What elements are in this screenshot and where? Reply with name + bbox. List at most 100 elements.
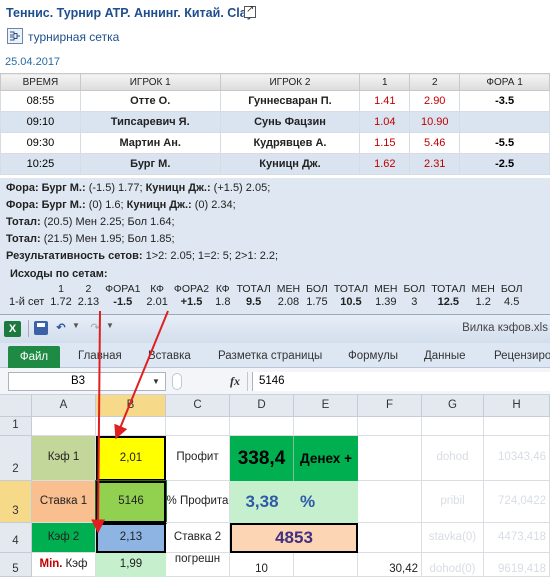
outcomes-values-row[interactable]: 1-й сет 1.72 2.13 -1.5 2.01 +1.5 1.8 9.5 2.0… xyxy=(6,295,526,308)
cell-d1[interactable] xyxy=(230,417,294,436)
tab-formulas[interactable]: Формулы xyxy=(348,350,398,362)
cell-d5[interactable]: 10 xyxy=(230,553,294,577)
tab-page-layout[interactable]: Разметка страницы xyxy=(218,350,322,362)
cell-e2[interactable]: Денех + xyxy=(294,436,358,481)
undo-dropdown-icon[interactable]: ▼ xyxy=(72,321,80,330)
odds-2[interactable]: 10.90 xyxy=(409,111,461,133)
tab-data[interactable]: Данные xyxy=(424,350,466,362)
cell-a1[interactable] xyxy=(32,417,96,436)
player-1[interactable]: Отте О. xyxy=(79,90,221,112)
player-1[interactable]: Мартин Ан. xyxy=(79,132,221,154)
table-row[interactable]: 09:30 Мартин Ан. Кудрявцев А. 1.15 5.46 … xyxy=(0,132,550,154)
row-header-4[interactable]: 4 xyxy=(0,523,32,553)
column-header[interactable]: ФОРА 1 xyxy=(459,73,550,91)
table-row[interactable]: 09:10 Типсаревич Я. Сунь Фацзин 1.04 10.… xyxy=(0,111,550,133)
player-2[interactable]: Кудрявцев А. xyxy=(219,132,361,154)
cell-f4[interactable] xyxy=(358,523,422,553)
bracket-icon[interactable] xyxy=(7,28,23,44)
table-row[interactable]: 08:55 Отте О. Гуннесваран П. 1.41 2.90 -… xyxy=(0,90,550,112)
customize-toolbar-icon[interactable]: ▼ xyxy=(106,321,114,330)
column-header[interactable]: ИГРОК 1 xyxy=(79,73,221,91)
odds-1[interactable]: 1.15 xyxy=(359,132,411,154)
tab-review[interactable]: Рецензиро xyxy=(494,350,550,362)
handicap-1[interactable]: -2.5 xyxy=(459,153,550,175)
cell-f2[interactable] xyxy=(358,436,422,481)
fx-icon[interactable]: fx xyxy=(230,374,240,389)
undo-icon[interactable]: ↶ xyxy=(54,321,68,335)
column-header-a[interactable]: A xyxy=(32,395,96,417)
tab-home[interactable]: Главная xyxy=(78,350,122,362)
player-2[interactable]: Сунь Фацзин xyxy=(219,111,361,133)
tab-file[interactable]: Файл xyxy=(8,346,60,368)
formula-input[interactable]: 5146 xyxy=(252,372,550,391)
column-header-g[interactable]: G xyxy=(422,395,484,417)
handicap-1[interactable] xyxy=(459,111,550,133)
handicap-1[interactable]: -3.5 xyxy=(459,90,550,112)
column-header[interactable]: 1 xyxy=(359,73,411,91)
cell-e3[interactable]: % xyxy=(294,481,358,523)
handicap-1[interactable]: -5.5 xyxy=(459,132,550,154)
player-2[interactable]: Куницн Дж. xyxy=(219,153,361,175)
cell-g5[interactable]: dohod(0) xyxy=(422,553,484,577)
tab-insert[interactable]: Вставка xyxy=(148,350,191,362)
odds-2[interactable]: 2.31 xyxy=(409,153,461,175)
cell-g4[interactable]: stavka(0) xyxy=(422,523,484,553)
cell-a3[interactable]: Ставка 1 xyxy=(32,481,96,523)
cell-h1[interactable] xyxy=(484,417,550,436)
column-header-c[interactable]: C xyxy=(166,395,230,417)
cell-f5[interactable]: 30,42 xyxy=(358,553,422,577)
table-row[interactable]: 10:25 Бург М. Куницн Дж. 1.62 2.31 -2.5 xyxy=(0,153,550,175)
column-header-b[interactable]: B xyxy=(96,395,166,417)
cell-g1[interactable] xyxy=(422,417,484,436)
cell-a5[interactable]: Min. Кэф xyxy=(32,553,96,577)
odds-1[interactable]: 1.41 xyxy=(359,90,411,112)
cell-d3[interactable]: 3,38 xyxy=(230,481,294,523)
external-link-icon[interactable] xyxy=(244,4,256,18)
odds-1[interactable]: 1.62 xyxy=(359,153,411,175)
column-header[interactable]: ВРЕМЯ xyxy=(0,73,81,91)
cell-c3[interactable]: % Профита xyxy=(166,481,230,523)
cell-e1[interactable] xyxy=(294,417,358,436)
column-header[interactable]: 2 xyxy=(409,73,461,91)
cell-b2[interactable]: 2,01 xyxy=(96,436,166,481)
cell-b3[interactable]: 5146 xyxy=(95,480,167,524)
redo-icon[interactable]: ↷ xyxy=(88,321,102,335)
select-all-corner[interactable] xyxy=(0,395,32,417)
column-header-f[interactable]: F xyxy=(358,395,422,417)
cell-b4[interactable]: 2,13 xyxy=(96,523,166,553)
cell-b1[interactable] xyxy=(96,417,166,436)
row-header-3[interactable]: 3 xyxy=(0,481,32,523)
odds-1[interactable]: 1.04 xyxy=(359,111,411,133)
player-1[interactable]: Бург М. xyxy=(79,153,221,175)
column-header-h[interactable]: H xyxy=(484,395,550,417)
cell-a4[interactable]: Кэф 2 xyxy=(32,523,96,553)
cell-f3[interactable] xyxy=(358,481,422,523)
formula-bar-handle[interactable] xyxy=(172,373,182,390)
save-icon[interactable] xyxy=(34,321,48,335)
column-header-d[interactable]: D xyxy=(230,395,294,417)
odds-2[interactable]: 5.46 xyxy=(409,132,461,154)
cell-c5[interactable]: погрешн xyxy=(166,553,230,577)
column-header-e[interactable]: E xyxy=(294,395,358,417)
cell-h2[interactable]: 10343,46 xyxy=(484,436,550,481)
cell-d2[interactable]: 338,4 xyxy=(230,436,294,481)
cell-c1[interactable] xyxy=(166,417,230,436)
name-box[interactable]: B3 xyxy=(8,372,166,391)
cell-h4[interactable]: 4473,418 xyxy=(484,523,550,553)
cell-g2[interactable]: dohod xyxy=(422,436,484,481)
cell-h5[interactable]: 9619,418 xyxy=(484,553,550,577)
column-header[interactable]: ИГРОК 2 xyxy=(219,73,361,91)
player-1[interactable]: Типсаревич Я. xyxy=(79,111,221,133)
cell-c4[interactable]: Ставка 2 xyxy=(166,523,230,553)
row-header-5[interactable]: 5 xyxy=(0,553,32,577)
cell-g3[interactable]: pribil xyxy=(422,481,484,523)
cell-d4[interactable]: 4853 xyxy=(230,523,358,553)
excel-icon[interactable]: X xyxy=(4,321,21,337)
name-box-dropdown-icon[interactable]: ▼ xyxy=(152,377,160,386)
cell-f1[interactable] xyxy=(358,417,422,436)
cell-c2[interactable]: Профит xyxy=(166,436,230,481)
cell-a2[interactable]: Кэф 1 xyxy=(32,436,96,481)
row-header-2[interactable]: 2 xyxy=(0,436,32,481)
bracket-link[interactable]: турнирная сетка xyxy=(28,30,119,44)
cell-e5[interactable] xyxy=(294,553,358,577)
